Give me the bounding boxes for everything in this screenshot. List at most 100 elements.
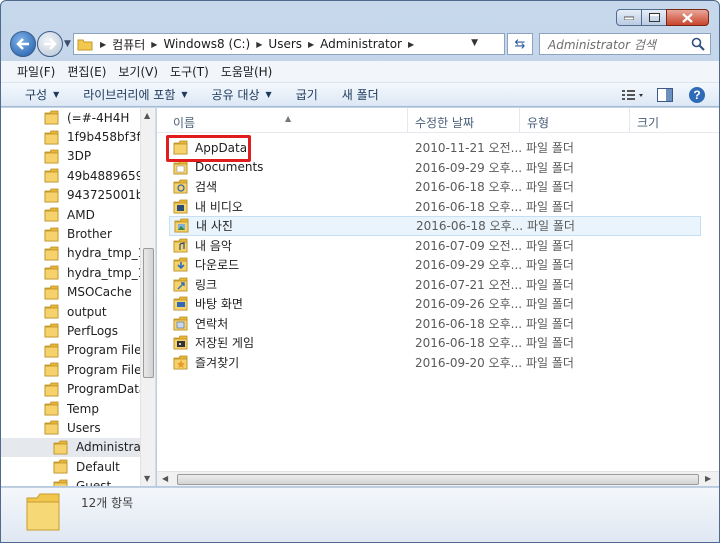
file-row[interactable]: 즐겨찾기 2016-09-20 오후... 파일 폴더 <box>169 353 701 373</box>
file-row[interactable]: 바탕 화면 2016-09-26 오후... 파일 폴더 <box>169 294 701 314</box>
file-type: 파일 폴더 <box>526 336 574 351</box>
nav-folder-item[interactable]: Temp <box>1 399 141 418</box>
column-name[interactable]: 이름 <box>173 114 195 131</box>
chevron-right-icon[interactable]: ▶ <box>96 40 110 49</box>
menu-help[interactable]: 도움말(H) <box>215 63 279 80</box>
search-placeholder: Administrator 검색 <box>548 37 656 52</box>
nav-vertical-scrollbar[interactable]: ▲ ▼ <box>140 108 155 486</box>
file-row[interactable]: 다운로드 2016-09-29 오후... 파일 폴더 <box>169 255 701 275</box>
close-icon <box>682 12 693 23</box>
address-bar[interactable]: ▶ 컴퓨터 ▶ Windows8 (C:) ▶ Users ▶ Administ… <box>73 33 505 55</box>
nav-folder-item[interactable]: Default <box>1 457 141 476</box>
file-name-cell: 검색 <box>173 178 217 195</box>
scroll-up-icon[interactable]: ▲ <box>144 111 150 120</box>
search-input[interactable]: Administrator 검색 <box>539 33 711 55</box>
scroll-left-icon[interactable]: ◀ <box>162 474 168 483</box>
scroll-down-icon[interactable]: ▼ <box>144 474 150 483</box>
include-in-library-button[interactable]: 라이브러리에 포함 ▼ <box>71 86 199 103</box>
nav-folder-item[interactable]: MSOCache <box>1 283 141 302</box>
chevron-right-icon[interactable]: ▶ <box>147 40 161 49</box>
nav-folder-label: Users <box>67 420 101 435</box>
minimize-button[interactable] <box>616 9 642 26</box>
folder-icon <box>44 207 59 222</box>
chevron-right-icon[interactable]: ▶ <box>404 40 418 49</box>
chevron-right-icon[interactable]: ▶ <box>304 40 318 49</box>
menu-tools[interactable]: 도구(T) <box>164 63 215 80</box>
file-row[interactable]: 링크 2016-07-21 오전... 파일 폴더 <box>169 275 701 295</box>
documents-icon <box>173 160 188 175</box>
file-name-cell: 내 사진 <box>174 217 233 234</box>
nav-folder-item[interactable]: ProgramData <box>1 379 141 398</box>
file-row[interactable]: 저장된 게임 2016-06-18 오후... 파일 폴더 <box>169 333 701 353</box>
back-button[interactable] <box>10 31 36 57</box>
saved-games-icon <box>173 335 188 350</box>
nav-folder-item[interactable]: hydra_tmp_146 <box>1 244 141 263</box>
pictures-icon <box>174 218 189 233</box>
file-type: 파일 폴더 <box>526 297 574 312</box>
breadcrumb-drive[interactable]: Windows8 (C:) <box>161 37 252 51</box>
column-date[interactable]: 수정한 날짜 <box>415 114 474 131</box>
menu-view[interactable]: 보기(V) <box>112 63 164 80</box>
file-row[interactable]: 내 음악 2016-07-09 오전... 파일 폴더 <box>169 236 701 256</box>
horizontal-scroll-thumb[interactable] <box>177 474 699 485</box>
column-size[interactable]: 크기 <box>637 114 659 131</box>
column-divider[interactable] <box>407 108 408 133</box>
breadcrumb-administrator[interactable]: Administrator <box>318 37 404 51</box>
change-view-button[interactable] <box>621 85 645 105</box>
chevron-right-icon[interactable]: ▶ <box>252 40 266 49</box>
menu-file[interactable]: 파일(F) <box>11 63 61 80</box>
nav-folder-item[interactable]: 3DP <box>1 147 141 166</box>
forward-button[interactable] <box>37 31 63 57</box>
nav-folder-item[interactable]: PerfLogs <box>1 321 141 340</box>
new-folder-button[interactable]: 새 폴더 <box>330 86 391 103</box>
column-type[interactable]: 유형 <box>527 114 549 131</box>
file-row[interactable]: 내 비디오 2016-06-18 오후... 파일 폴더 <box>169 197 701 217</box>
videos-icon <box>173 199 188 214</box>
nav-folder-item[interactable]: Program Files <box>1 341 141 360</box>
horizontal-scrollbar[interactable]: ◀ ▶ <box>157 471 719 486</box>
column-divider[interactable] <box>629 108 630 133</box>
file-row[interactable]: 검색 2016-06-18 오후... 파일 폴더 <box>169 177 701 197</box>
share-with-button[interactable]: 공유 대상 ▼ <box>200 86 284 103</box>
nav-folder-item[interactable]: 49b4889659cb <box>1 166 141 185</box>
recent-pages-dropdown[interactable]: ▼ <box>64 39 71 49</box>
organize-button[interactable]: 구성 ▼ <box>13 86 71 103</box>
menu-edit[interactable]: 편집(E) <box>61 63 112 80</box>
maximize-button[interactable] <box>641 9 667 26</box>
search-icon[interactable] <box>691 37 705 51</box>
column-divider[interactable] <box>519 108 520 133</box>
nav-folder-item[interactable]: Guest <box>1 476 141 486</box>
nav-folder-item-selected[interactable]: Administrato <box>1 437 141 458</box>
nav-folder-item[interactable]: Users <box>1 418 141 437</box>
nav-folder-item[interactable]: (=#-4H4H <box>1 108 141 127</box>
preview-pane-icon <box>657 88 673 102</box>
breadcrumb-users[interactable]: Users <box>266 37 304 51</box>
nav-folder-item[interactable]: 943725001bd0 <box>1 186 141 205</box>
file-row[interactable]: 내 사진 2016-06-18 오후... 파일 폴더 <box>169 216 701 236</box>
links-icon <box>173 277 188 292</box>
refresh-button[interactable]: ⇆ <box>507 33 533 55</box>
organize-label: 구성 <box>25 88 48 102</box>
close-button[interactable] <box>666 9 709 26</box>
breadcrumb-computer[interactable]: 컴퓨터 <box>110 36 147 53</box>
menu-bar: 파일(F) 편집(E) 보기(V) 도구(T) 도움말(H) <box>1 61 719 83</box>
scroll-thumb[interactable] <box>143 248 154 378</box>
nav-folder-item[interactable]: AMD <box>1 205 141 224</box>
burn-label: 굽기 <box>295 88 318 102</box>
address-history-dropdown[interactable]: ▼ <box>471 38 478 48</box>
folder-icon <box>44 168 59 183</box>
scroll-right-icon[interactable]: ▶ <box>705 474 711 483</box>
nav-folder-item[interactable]: output <box>1 302 141 321</box>
file-name: 내 비디오 <box>195 199 243 214</box>
help-button[interactable]: ? <box>685 85 709 105</box>
preview-pane-button[interactable] <box>653 85 677 105</box>
nav-folder-item[interactable]: Brother <box>1 224 141 243</box>
file-row[interactable]: 연락처 2016-06-18 오후... 파일 폴더 <box>169 314 701 334</box>
svg-text:?: ? <box>693 88 700 102</box>
nav-folder-item[interactable]: 1f9b458bf3f92 <box>1 127 141 146</box>
folder-icon <box>44 246 59 261</box>
file-type: 파일 폴더 <box>526 199 574 214</box>
burn-button[interactable]: 굽기 <box>284 86 330 103</box>
nav-folder-item[interactable]: Program Files ( <box>1 360 141 379</box>
nav-folder-item[interactable]: hydra_tmp_146 <box>1 263 141 282</box>
